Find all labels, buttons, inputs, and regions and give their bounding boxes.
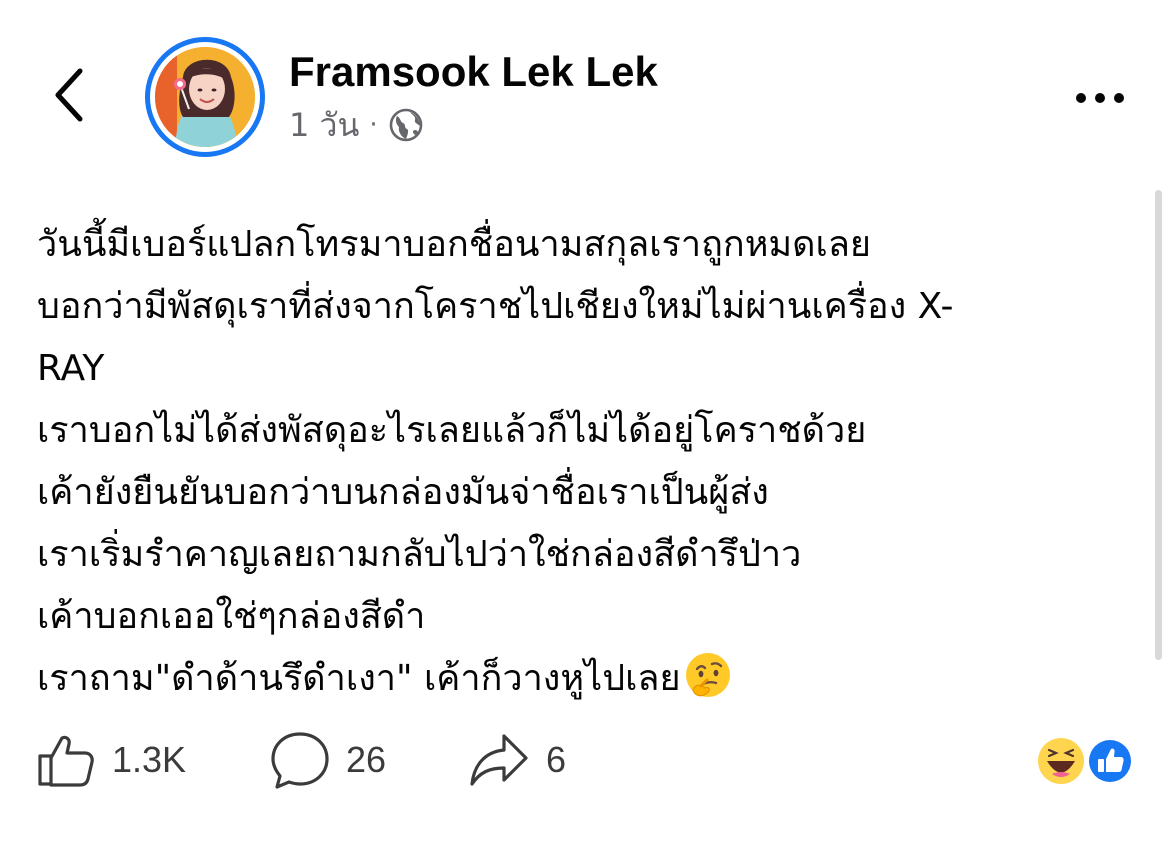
- globe-icon: [389, 108, 422, 142]
- post-line: เค้ายังยืนยันบอกว่าบนกล่องมันจ่าชื่อเราเ…: [37, 472, 769, 513]
- haha-reaction-icon: [1038, 738, 1084, 784]
- post-time[interactable]: 1 วัน: [289, 100, 359, 151]
- chevron-left-icon: [55, 68, 83, 122]
- post-line: เราถาม"ดำด้านรึดำเงา" เค้าก็วางหูไปเลย: [37, 648, 1137, 710]
- reaction-summary[interactable]: [1036, 736, 1136, 786]
- share-button[interactable]: 6: [468, 730, 566, 790]
- post-line: เราบอกไม่ได้ส่งพัสดุอะไรเลยแล้วก็ไม่ได้อ…: [37, 410, 867, 451]
- post-meta: 1 วัน ·: [289, 103, 424, 147]
- author-name[interactable]: Framsook Lek Lek: [289, 44, 658, 100]
- post-view: Framsook Lek Lek 1 วัน · วันนี้มีเบอร์แป…: [0, 0, 1170, 848]
- post-line: RAY: [37, 348, 105, 389]
- comment-bubble-icon: [271, 732, 329, 789]
- ellipsis-icon: [1076, 93, 1086, 103]
- avatar-image: [155, 47, 255, 147]
- post-line: วันนี้มีเบอร์แปลกโทรมาบอกชื่อนามสกุลเราถ…: [37, 224, 871, 265]
- share-count: 6: [546, 739, 567, 780]
- post-line: เราเริ่มรำคาญเลยถามกลับไปว่าใช่กล่องสีดำ…: [37, 534, 802, 575]
- thinking-face-icon: [683, 650, 733, 720]
- share-arrow-icon: [470, 734, 528, 786]
- back-button[interactable]: [40, 60, 100, 130]
- post-line: เค้าบอกเออใช่ๆกล่องสีดำ: [37, 596, 426, 637]
- thumbs-up-icon: [38, 735, 94, 787]
- post-line-text: เราถาม"ดำด้านรึดำเงา" เค้าก็วางหูไปเลย: [37, 658, 681, 699]
- like-reaction-icon: [1087, 738, 1133, 784]
- comment-button[interactable]: 26: [270, 730, 386, 790]
- avatar[interactable]: [145, 37, 265, 157]
- action-bar: 1.3K 26 6: [36, 730, 1136, 790]
- like-button[interactable]: 1.3K: [36, 730, 186, 790]
- comment-count: 26: [346, 739, 387, 780]
- post-text: วันนี้มีเบอร์แปลกโทรมาบอกชื่อนามสกุลเราถ…: [37, 214, 1137, 710]
- post-line: บอกว่ามีพัสดุเราที่ส่งจากโคราชไปเชียงใหม…: [37, 286, 954, 327]
- scrollbar[interactable]: [1155, 190, 1162, 660]
- meta-separator: ·: [369, 110, 378, 140]
- more-options-button[interactable]: [1060, 78, 1140, 118]
- like-count: 1.3K: [112, 739, 187, 780]
